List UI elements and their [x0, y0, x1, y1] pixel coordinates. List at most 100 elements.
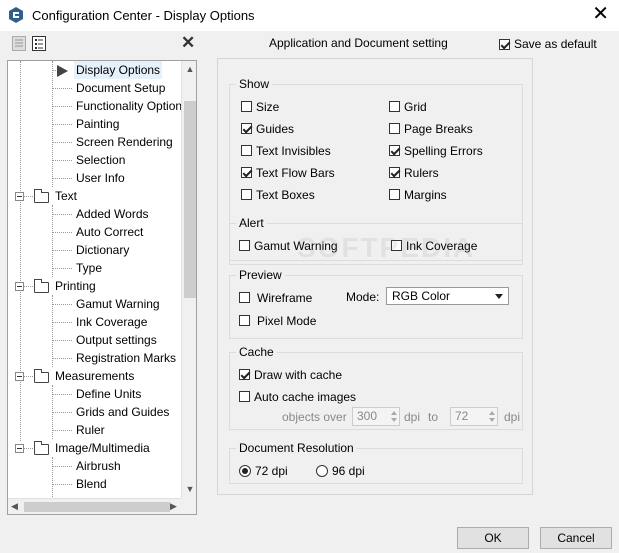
- tree-item-ink-coverage[interactable]: Ink Coverage: [8, 313, 181, 331]
- collapse-icon[interactable]: [15, 192, 24, 201]
- tree-item-printing[interactable]: Printing: [8, 277, 181, 295]
- folder-icon: [34, 441, 49, 455]
- scroll-corner: [181, 498, 196, 514]
- show-size-box[interactable]: [241, 101, 252, 113]
- preview-pixel-mode-checkbox[interactable]: Pixel Mode: [239, 313, 316, 328]
- resolution-72-radio[interactable]: 72 dpi: [239, 463, 288, 478]
- header-title: Application and Document setting: [269, 36, 448, 50]
- show-rulers-checkbox[interactable]: Rulers: [389, 165, 439, 180]
- tree-item-added-words[interactable]: Added Words: [8, 205, 181, 223]
- save-as-default-box[interactable]: [499, 39, 510, 51]
- show-margins-box[interactable]: [389, 189, 400, 201]
- window-close-button[interactable]: ✕: [592, 3, 609, 25]
- options-tree[interactable]: Display Options Document Setup Functiona…: [7, 60, 197, 515]
- tree-item-selection[interactable]: Selection: [8, 151, 181, 169]
- dpi-to-unit: dpi: [504, 410, 521, 424]
- scroll-up-icon[interactable]: ▲: [184, 63, 196, 75]
- scroll-right-icon[interactable]: ▶: [170, 501, 177, 512]
- tree-item-airbrush[interactable]: Airbrush: [8, 457, 181, 475]
- tree-horizontal-scroll-thumb[interactable]: [24, 502, 170, 512]
- cancel-button[interactable]: Cancel: [540, 527, 612, 549]
- show-page-breaks-box[interactable]: [389, 123, 400, 135]
- tree-item-functionality-options[interactable]: Functionality Options: [8, 97, 188, 115]
- show-guides-box[interactable]: [241, 123, 252, 135]
- show-spelling-errors-box[interactable]: [389, 145, 400, 157]
- tree-item-screen-rendering[interactable]: Screen Rendering: [8, 133, 181, 151]
- ok-button[interactable]: OK: [457, 527, 529, 549]
- show-text-boxes-checkbox[interactable]: Text Boxes: [241, 187, 315, 202]
- tree-item-measurements[interactable]: Measurements: [8, 367, 181, 385]
- tree-item-output-settings[interactable]: Output settings: [8, 331, 181, 349]
- save-as-default-checkbox[interactable]: Save as default: [499, 37, 597, 51]
- stepper-down-icon[interactable]: [391, 418, 397, 422]
- dpi-from-unit: dpi: [404, 410, 421, 424]
- resolution-96-dot[interactable]: [316, 464, 328, 477]
- resolution-72-dot[interactable]: [239, 464, 251, 477]
- tree-item-auto-correct[interactable]: Auto Correct: [8, 223, 181, 241]
- preview-mode-label: Mode:: [346, 290, 380, 304]
- scroll-left-icon[interactable]: ◀: [11, 501, 18, 512]
- tree-item-text[interactable]: Text: [8, 187, 181, 205]
- close-tree-icon[interactable]: ✕: [181, 33, 195, 53]
- cache-auto-cache-images-box[interactable]: [239, 391, 250, 403]
- show-text-flow-bars-box[interactable]: [241, 167, 252, 179]
- chevron-down-icon: [495, 294, 503, 299]
- stepper-up-icon[interactable]: [489, 411, 495, 415]
- show-text-boxes-box[interactable]: [241, 189, 252, 201]
- show-grid-checkbox[interactable]: Grid: [389, 99, 427, 114]
- tree-item-gamut-warning[interactable]: Gamut Warning: [8, 295, 181, 313]
- cache-draw-with-cache-checkbox[interactable]: Draw with cache: [239, 367, 342, 382]
- tree-item-type[interactable]: Type: [8, 259, 181, 277]
- dpi-from-stepper[interactable]: 300: [352, 407, 400, 426]
- tree-item-painting[interactable]: Painting: [8, 115, 181, 133]
- folder-icon: [34, 279, 49, 293]
- show-guides-checkbox[interactable]: Guides: [241, 121, 294, 136]
- preview-wireframe-checkbox[interactable]: Wireframe: [239, 290, 312, 305]
- resolution-96-radio[interactable]: 96 dpi: [316, 463, 365, 478]
- alert-gamut-warning-box[interactable]: [239, 240, 250, 252]
- preview-pixel-mode-box[interactable]: [239, 315, 250, 327]
- tree-item-grids-and-guides[interactable]: Grids and Guides: [8, 403, 181, 421]
- cache-draw-with-cache-box[interactable]: [239, 369, 250, 381]
- show-text-flow-bars-checkbox[interactable]: Text Flow Bars: [241, 165, 335, 180]
- show-grid-box[interactable]: [389, 101, 400, 113]
- tree-item-define-units[interactable]: Define Units: [8, 385, 181, 403]
- show-margins-checkbox[interactable]: Margins: [389, 187, 447, 202]
- stepper-up-icon[interactable]: [391, 411, 397, 415]
- tree-vertical-scroll-thumb[interactable]: [184, 101, 196, 298]
- stepper-down-icon[interactable]: [489, 418, 495, 422]
- list-view-icon[interactable]: [12, 36, 26, 51]
- show-text-invisibles-checkbox[interactable]: Text Invisibles: [241, 143, 331, 158]
- scroll-down-icon[interactable]: ▼: [184, 483, 196, 495]
- tree-item-registration-marks[interactable]: Registration Marks: [8, 349, 181, 367]
- show-text-invisibles-box[interactable]: [241, 145, 252, 157]
- folder-icon: [34, 189, 49, 203]
- tree-item-blend[interactable]: Blend: [8, 475, 181, 493]
- show-size-checkbox[interactable]: Size: [241, 99, 279, 114]
- dpi-to-stepper[interactable]: 72: [450, 407, 498, 426]
- preview-group-title: Preview: [236, 268, 285, 282]
- collapse-icon[interactable]: [15, 282, 24, 291]
- tree-item-image-multimedia[interactable]: Image/Multimedia: [8, 439, 181, 457]
- show-page-breaks-checkbox[interactable]: Page Breaks: [389, 121, 473, 136]
- tree-vertical-scrollbar[interactable]: ▲ ▼: [181, 61, 196, 498]
- preview-mode-select[interactable]: RGB Color: [386, 287, 509, 305]
- tree-item-user-info[interactable]: User Info: [8, 169, 181, 187]
- alert-group-title: Alert: [236, 216, 267, 230]
- show-spelling-errors-checkbox[interactable]: Spelling Errors: [389, 143, 483, 158]
- collapse-icon[interactable]: [15, 444, 24, 453]
- settings-panel: Show Size Guides Text Invisibles Text Fl…: [217, 58, 533, 495]
- tree-item-display-options[interactable]: Display Options: [8, 61, 181, 79]
- tree-item-document-setup[interactable]: Document Setup: [8, 79, 181, 97]
- collapse-icon[interactable]: [15, 372, 24, 381]
- title-bar: Configuration Center - Display Options ✕: [0, 0, 619, 31]
- cache-group: Cache Draw with cache Auto cache images …: [229, 345, 523, 430]
- tree-item-ruler[interactable]: Ruler: [8, 421, 181, 439]
- preview-wireframe-box[interactable]: [239, 292, 250, 304]
- show-rulers-box[interactable]: [389, 167, 400, 179]
- cache-auto-cache-images-checkbox[interactable]: Auto cache images: [239, 389, 356, 404]
- tree-horizontal-scrollbar[interactable]: ◀ ▶: [8, 498, 181, 514]
- tree-item-dictionary[interactable]: Dictionary: [8, 241, 181, 259]
- details-view-icon[interactable]: [32, 36, 46, 51]
- folder-icon: [34, 369, 49, 383]
